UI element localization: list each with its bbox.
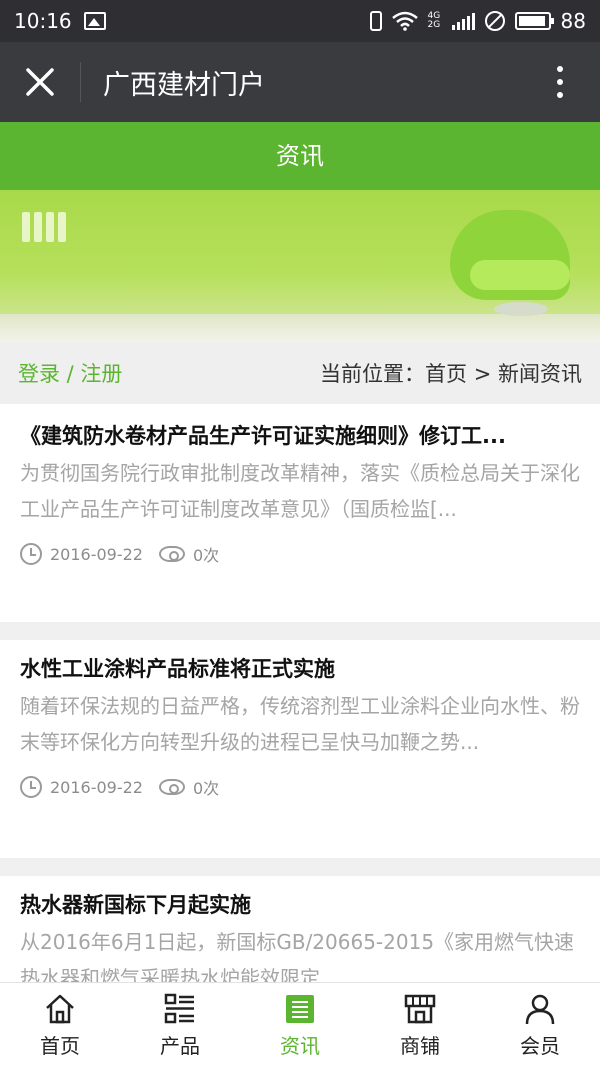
breadcrumb-bar: 登录 / 注册 当前位置：首页 > 新闻资讯 [0, 342, 600, 404]
signal-icon [451, 12, 475, 30]
breadcrumb: 当前位置：首页 > 新闻资讯 [320, 362, 582, 386]
wifi-icon [391, 11, 418, 31]
close-icon [26, 68, 54, 96]
article-summary: 从2016年6月1日起，新国标GB/20665-2015《家用燃气快速热水器和燃… [20, 930, 575, 982]
list-item[interactable]: 《建筑防水卷材产品生产许可证实施细则》修订工... 为贯彻国务院行政审批制度改革… [0, 404, 600, 622]
login-register-link[interactable]: 登录 / 注册 [18, 358, 122, 388]
article-views: 0次 [192, 546, 220, 565]
article-title[interactable]: 《建筑防水卷材产品生产许可证实施细则》修订工... [20, 421, 580, 451]
list-item[interactable]: 热水器新国标下月起实施 从2016年6月1日起，新国标GB/20665-2015… [0, 876, 600, 982]
nav-label: 资讯 [280, 1033, 320, 1058]
eye-icon [158, 779, 185, 795]
network-type: 4G 2G [427, 11, 441, 30]
nav-label: 会员 [520, 1033, 560, 1058]
article-date: 2016-09-22 [50, 544, 143, 564]
nav-item-member[interactable]: 会员 [480, 983, 600, 1067]
list-item[interactable]: 水性工业涂料产品标准将正式实施 随着环保法规的日益严格，传统溶剂型工业涂料企业向… [0, 640, 600, 858]
vibrate-icon [369, 11, 382, 31]
dot-icon [557, 66, 563, 72]
no-sim-icon [484, 11, 505, 31]
clock-icon [20, 776, 42, 798]
store-icon [404, 994, 436, 1023]
bottom-nav: 首页 产品 资讯 商铺 会员 [0, 982, 600, 1067]
chair-seat [470, 260, 570, 290]
article-title[interactable]: 热水器新国标下月起实施 [20, 890, 580, 920]
home-icon [46, 994, 74, 1023]
nav-item-products[interactable]: 产品 [120, 983, 240, 1067]
article-summary: 为贯彻国务院行政审批制度改革精神，落实《质检总局关于深化工业产品生产许可证制度改… [20, 461, 580, 521]
nav-item-home[interactable]: 首页 [0, 983, 120, 1067]
nav-label: 商铺 [400, 1033, 440, 1058]
nav-label: 产品 [160, 1033, 200, 1058]
dot-icon [557, 79, 563, 85]
article-meta: 2016-09-22 0次 [20, 541, 580, 567]
page-title: 广西建材门户 [103, 69, 265, 101]
article-meta: 2016-09-22 0次 [20, 774, 580, 800]
article-title[interactable]: 水性工业涂料产品标准将正式实施 [20, 654, 580, 684]
battery-icon [514, 12, 554, 30]
status-time: 10:16 [14, 9, 72, 33]
nav-label: 首页 [40, 1033, 80, 1058]
nav-item-store[interactable]: 商铺 [360, 983, 480, 1067]
clock-icon [20, 543, 42, 565]
article-date: 2016-09-22 [50, 777, 143, 797]
status-bar: 10:16 4G 2G 88 [0, 0, 600, 42]
article-views: 0次 [192, 779, 220, 798]
eye-icon [158, 546, 185, 562]
banner-image [0, 190, 600, 342]
wall-decoration [22, 212, 66, 242]
nav-item-news[interactable]: 资讯 [240, 983, 360, 1067]
user-icon [525, 994, 555, 1024]
battery-level: 88 [560, 9, 586, 33]
chair-base [494, 302, 548, 316]
banner-floor [0, 314, 600, 342]
gallery-icon [83, 12, 106, 30]
news-icon [286, 994, 314, 1023]
dot-icon [557, 92, 563, 98]
app-header: 广西建材门户 [0, 42, 600, 122]
more-menu-button[interactable] [520, 42, 600, 122]
close-button[interactable] [0, 42, 80, 122]
article-summary: 随着环保法规的日益严格，传统溶剂型工业涂料企业向水性、粉末等环保化方向转型升级的… [20, 694, 580, 754]
list-icon [164, 993, 194, 1023]
header-divider [80, 62, 81, 102]
section-title: 资讯 [0, 122, 600, 190]
